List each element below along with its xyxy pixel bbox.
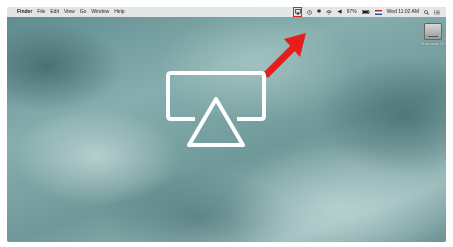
menu-window[interactable]: Window <box>91 7 109 17</box>
search-icon[interactable] <box>424 9 429 15</box>
battery-percent[interactable]: 97% <box>347 7 357 17</box>
hard-drive-label: Macintosh HD <box>421 41 446 46</box>
menu-view[interactable]: View <box>64 7 75 17</box>
menu-help[interactable]: Help <box>114 7 124 17</box>
menu-app-finder[interactable]: Finder <box>17 7 32 17</box>
bluetooth-icon[interactable]: ✱ <box>317 7 322 17</box>
highlight-box <box>292 7 302 17</box>
battery-icon[interactable] <box>361 10 370 14</box>
us-flag-icon[interactable] <box>374 9 382 15</box>
menu-bar: Finder File Edit View Go Window Help ✱ ◀… <box>7 7 446 17</box>
pointer-arrow-annotation <box>263 33 306 78</box>
desktop: Finder File Edit View Go Window Help ✱ ◀… <box>7 7 446 242</box>
airplay-menu-item[interactable] <box>292 7 302 17</box>
menu-edit[interactable]: Edit <box>50 7 59 17</box>
wifi-icon[interactable] <box>326 9 333 15</box>
time-machine-icon[interactable] <box>307 9 312 15</box>
menu-file[interactable]: File <box>37 7 45 17</box>
macintosh-hd-desktop-icon[interactable]: Macintosh HD <box>421 23 446 46</box>
menu-clock[interactable]: Wed 11:02 AM <box>387 7 419 17</box>
menu-go[interactable]: Go <box>80 7 87 17</box>
notification-list-icon[interactable] <box>434 10 440 15</box>
hard-drive-icon <box>424 23 442 40</box>
large-airplay-icon <box>166 71 266 147</box>
volume-icon[interactable]: ◀ <box>337 7 341 17</box>
